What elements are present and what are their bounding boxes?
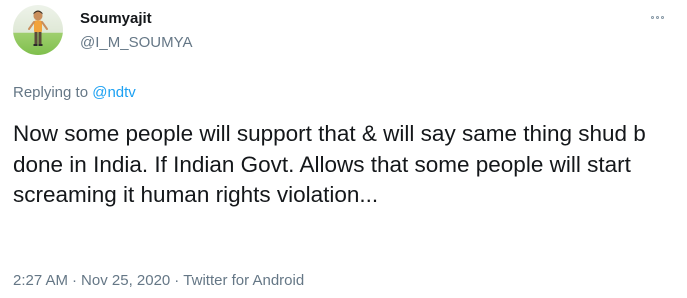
tweet-text: Now some people will support that & will…: [13, 121, 646, 207]
tweet-card: Soumyajit @I_M_SOUMYA Replying to @ndtv …: [0, 0, 687, 298]
avatar-person-icon: [13, 5, 63, 55]
meta-separator: ·: [72, 272, 78, 289]
more-dot: [650, 15, 654, 19]
tweet-metadata: 2:27 AM · Nov 25, 2020 · Twitter for Android: [13, 272, 304, 290]
tweet-date[interactable]: Nov 25, 2020: [81, 272, 170, 289]
replying-to-prefix: Replying to: [13, 84, 89, 101]
author-handle[interactable]: @I_M_SOUMYA: [80, 34, 192, 52]
tweet-time[interactable]: 2:27 AM: [13, 272, 68, 289]
meta-separator: ·: [174, 272, 180, 289]
avatar[interactable]: [13, 5, 63, 55]
more-dot: [660, 15, 664, 19]
more-options-icon[interactable]: [645, 9, 669, 25]
replying-to-line: Replying to @ndtv: [13, 84, 136, 102]
author-display-name[interactable]: Soumyajit: [80, 10, 152, 28]
more-dot: [655, 15, 659, 19]
tweet-source[interactable]: Twitter for Android: [183, 272, 304, 289]
replying-to-link[interactable]: @ndtv: [92, 84, 136, 101]
